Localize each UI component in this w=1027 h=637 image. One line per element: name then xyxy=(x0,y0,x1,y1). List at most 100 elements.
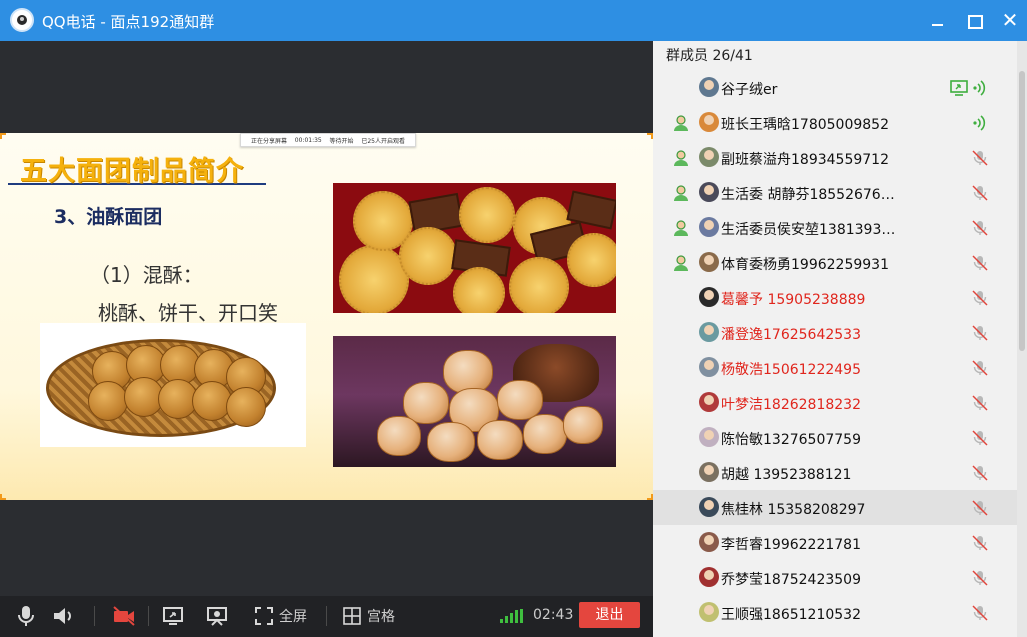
presentation-icon[interactable] xyxy=(206,602,228,630)
avatar xyxy=(699,567,719,587)
member-row[interactable]: 生活委 胡静芬18552676111 xyxy=(653,175,1021,210)
sharing-screen-icon xyxy=(950,79,968,97)
member-name: 班长王瑀晗17805009852 xyxy=(721,117,889,133)
grid-icon xyxy=(343,607,361,625)
microphone-icon[interactable] xyxy=(16,602,36,630)
member-row[interactable]: 焦桂林 15358208297 xyxy=(653,490,1021,525)
speaking-icon xyxy=(971,79,989,97)
presentation-slide: 五大面团制品简介 3、油酥面团 （1）混酥： 桃酥、饼干、开口笑 xyxy=(0,133,653,500)
member-row[interactable]: 叶梦洁18262818232 xyxy=(653,385,1021,420)
member-row[interactable]: 副班蔡溢舟18934559712 xyxy=(653,140,1021,175)
member-panel: 群成员 26/41 谷子绒er 班长王瑀晗17805009852 副班蔡溢舟1893… xyxy=(653,41,1027,637)
maximize-button[interactable] xyxy=(961,8,987,34)
speaking-icon xyxy=(971,114,989,132)
avatar xyxy=(699,287,719,307)
avatar xyxy=(699,252,719,272)
close-button[interactable]: ✕ xyxy=(997,8,1023,34)
mic-muted-icon xyxy=(971,499,989,517)
qq-call-logo-icon xyxy=(10,8,34,32)
grid-view-button[interactable]: 宫格 xyxy=(343,602,395,630)
fullscreen-button[interactable]: 全屏 xyxy=(255,602,307,630)
member-row[interactable]: 体育委杨勇19962259931 xyxy=(653,245,1021,280)
fullscreen-icon xyxy=(255,607,273,625)
avatar xyxy=(699,217,719,237)
mic-muted-icon xyxy=(971,324,989,342)
mic-muted-icon xyxy=(971,534,989,552)
member-name: 副班蔡溢舟18934559712 xyxy=(721,152,889,168)
member-name: 体育委杨勇19962259931 xyxy=(721,257,889,273)
mic-muted-icon xyxy=(971,219,989,237)
member-name: 生活委员侯安堃13813933333 xyxy=(721,222,897,238)
admin-user-icon xyxy=(671,183,691,203)
member-row[interactable]: 陈怡敏13276507759 xyxy=(653,420,1021,455)
mic-muted-icon xyxy=(971,149,989,167)
admin-user-icon xyxy=(671,218,691,238)
shared-screen-view[interactable]: 五大面团制品简介 3、油酥面团 （1）混酥： 桃酥、饼干、开口笑 正在分享屏幕 … xyxy=(0,41,653,596)
share-screen-icon[interactable] xyxy=(162,602,184,630)
mic-muted-icon xyxy=(971,289,989,307)
exit-call-button[interactable]: 退出 xyxy=(579,602,640,628)
member-name: 乔梦莹18752423509 xyxy=(721,572,861,588)
member-name: 陈怡敏13276507759 xyxy=(721,432,861,448)
member-name: 叶梦洁18262818232 xyxy=(721,397,861,413)
avatar xyxy=(699,462,719,482)
member-count: 群成员 26/41 xyxy=(666,48,753,64)
avatar xyxy=(699,112,719,132)
kaikouxiao-image xyxy=(333,336,616,467)
biscuits-image xyxy=(333,183,616,313)
member-name: 杨敬浩15061222495 xyxy=(721,362,861,378)
avatar xyxy=(699,392,719,412)
member-row[interactable]: 王顺强18651210532 xyxy=(653,595,1021,630)
avatar xyxy=(699,602,719,622)
slide-heading: 3、油酥面团 xyxy=(54,206,163,228)
member-name: 李哲睿19962221781 xyxy=(721,537,861,553)
member-row[interactable]: 潘登逸17625642533 xyxy=(653,315,1021,350)
avatar xyxy=(699,182,719,202)
member-row[interactable]: 杨敬浩15061222495 xyxy=(653,350,1021,385)
cookie-basket-image xyxy=(40,323,306,447)
avatar xyxy=(699,357,719,377)
mic-muted-icon xyxy=(971,184,989,202)
admin-user-icon xyxy=(671,113,691,133)
avatar xyxy=(699,532,719,552)
member-row[interactable]: 班长王瑀晗17805009852 xyxy=(653,105,1021,140)
member-row[interactable]: 生活委员侯安堃13813933333 xyxy=(653,210,1021,245)
mic-muted-icon xyxy=(971,254,989,272)
member-name: 谷子绒er xyxy=(721,82,778,98)
minimize-button[interactable] xyxy=(924,8,950,34)
window-title: QQ电话 - 面点192通知群 xyxy=(42,13,215,31)
member-name: 胡越 13952388121 xyxy=(721,467,852,483)
signal-strength-icon xyxy=(500,609,526,623)
mic-muted-icon xyxy=(971,394,989,412)
avatar xyxy=(699,77,719,97)
member-name: 焦桂林 15358208297 xyxy=(721,502,866,518)
member-row[interactable]: 谷子绒er xyxy=(653,70,1021,105)
mic-muted-icon xyxy=(971,569,989,587)
member-row[interactable]: 李哲睿19962221781 xyxy=(653,525,1021,560)
camera-off-icon[interactable] xyxy=(112,602,136,630)
slide-subheading: （1）混酥： xyxy=(90,263,203,287)
member-row[interactable]: 葛馨予 15905238889 xyxy=(653,280,1021,315)
title-bar: QQ电话 - 面点192通知群 ✕ xyxy=(0,0,1027,41)
avatar xyxy=(699,427,719,447)
call-toolbar: 全屏 宫格 02:43 退出 xyxy=(0,596,653,637)
grid-view-label: 宫格 xyxy=(367,609,395,625)
screen-share-notice: 正在分享屏幕 00:01:35 等待开始 已25人开启观看 xyxy=(240,133,416,147)
slide-items: 桃酥、饼干、开口笑 xyxy=(98,301,278,325)
avatar xyxy=(699,497,719,517)
call-timer: 02:43 xyxy=(533,607,574,623)
member-row[interactable]: 乔梦莹18752423509 xyxy=(653,560,1021,595)
slide-title: 五大面团制品简介 xyxy=(20,156,244,187)
avatar xyxy=(699,147,719,167)
admin-user-icon xyxy=(671,253,691,273)
fullscreen-label: 全屏 xyxy=(279,609,307,625)
member-name: 葛馨予 15905238889 xyxy=(721,292,866,308)
member-list-scrollbar[interactable] xyxy=(1017,41,1027,637)
member-name: 生活委 胡静芬18552676111 xyxy=(721,187,897,203)
mic-muted-icon xyxy=(971,604,989,622)
member-name: 潘登逸17625642533 xyxy=(721,327,861,343)
speaker-icon[interactable] xyxy=(52,602,74,630)
member-name: 王顺强18651210532 xyxy=(721,607,861,623)
mic-muted-icon xyxy=(971,429,989,447)
member-row[interactable]: 胡越 13952388121 xyxy=(653,455,1021,490)
